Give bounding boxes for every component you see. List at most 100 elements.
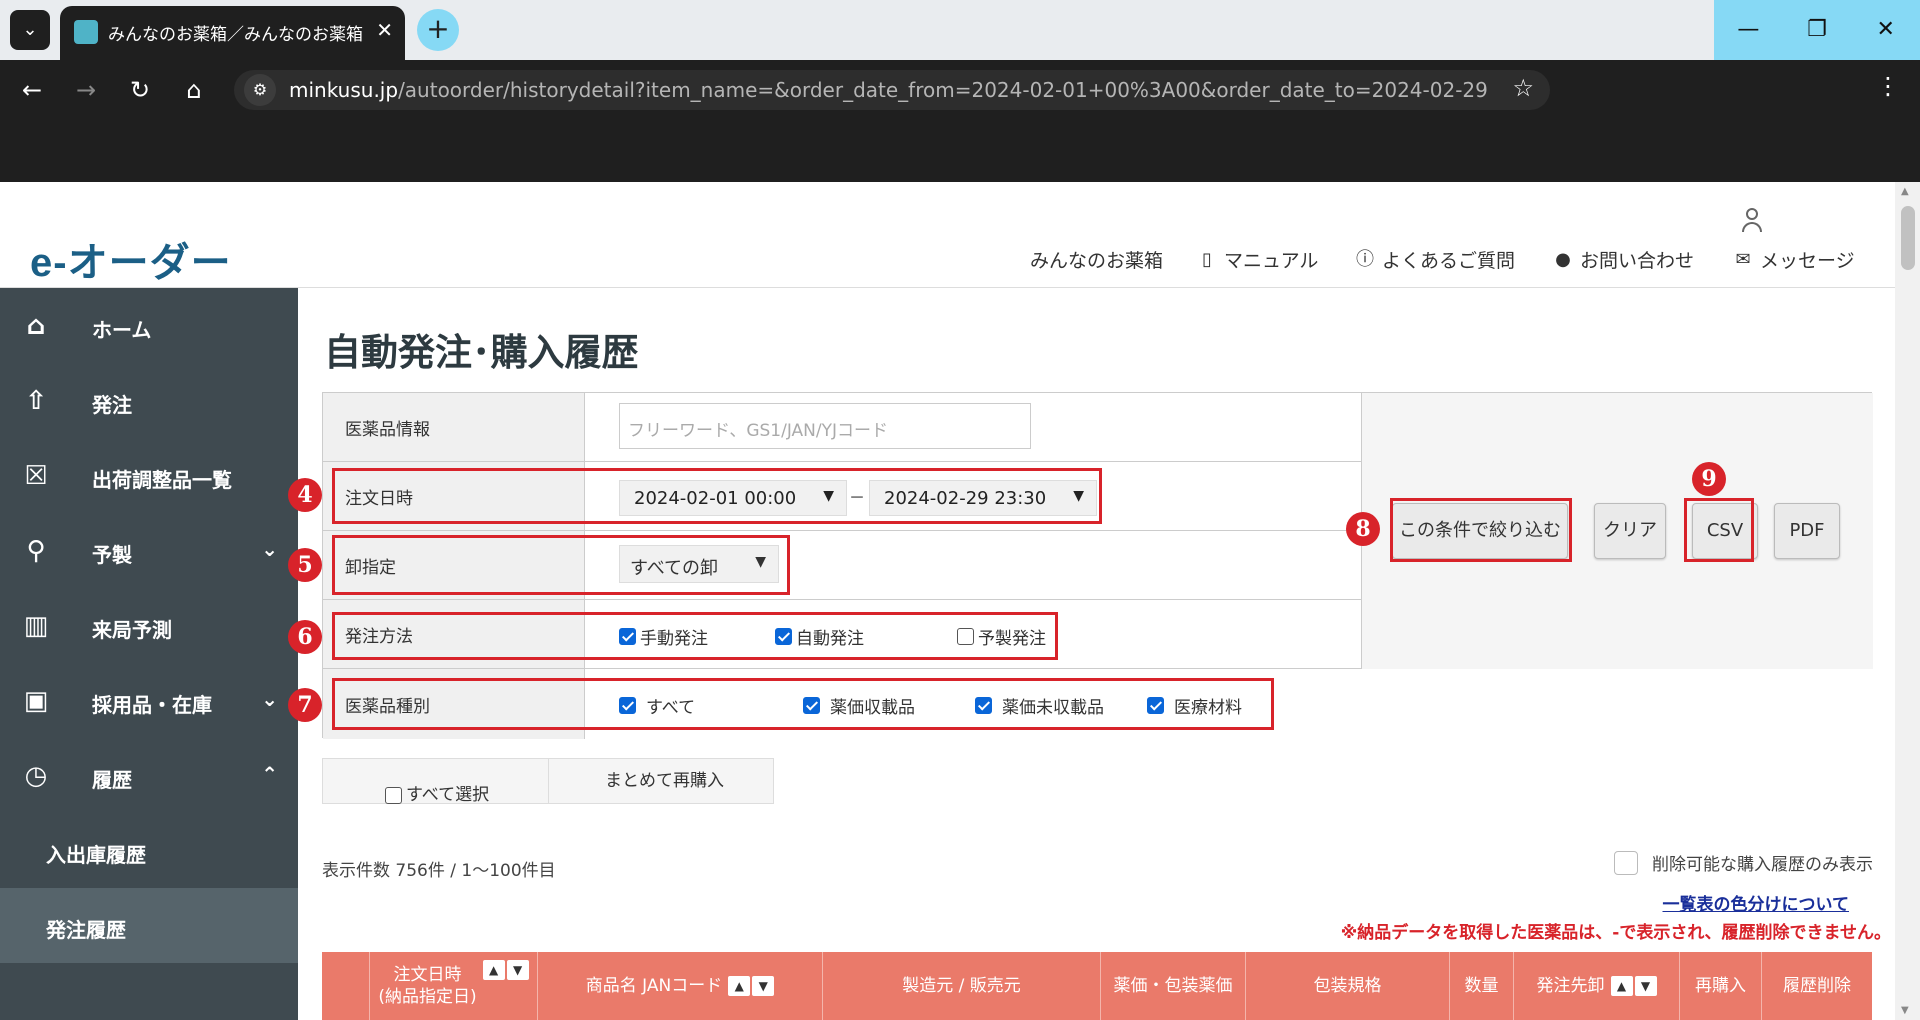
rebuy-all-button[interactable]: まとめて再購入 <box>605 759 724 803</box>
nav-message[interactable]: ✉ メッセージ <box>1732 246 1855 273</box>
checkbox-label: すべて選択 <box>406 785 490 805</box>
restore-button[interactable]: ❐ <box>1783 0 1852 60</box>
browser-tab[interactable]: みんなのお薬箱／みんなのお薬箱 ✕ <box>60 6 405 60</box>
date-to-select[interactable]: 2024-02-29 23:30 ▼ <box>869 480 1097 516</box>
sidebar-item-order[interactable]: ⇧ 発注 <box>0 363 298 438</box>
checkbox-label: 手動発注 <box>640 629 708 649</box>
table-header: 注文日時 (納品指定日) ▲ ▼ 商品名 JANコード ▲ ▼ 製造元 / 販売元 薬価… <box>322 952 1872 1020</box>
sidebar-sub-io-history[interactable]: 入出庫履歴 <box>0 813 298 888</box>
sidebar-item-stock[interactable]: ▣ 採用品・在庫 ⌄ <box>0 663 298 738</box>
sidebar-item-home[interactable]: ⌂ ホーム <box>0 288 298 363</box>
sort-down-icon[interactable]: ▼ <box>752 976 775 996</box>
th-price: 薬価・包装薬価 <box>1101 952 1246 1020</box>
checkbox-label: 薬価未収載品 <box>1002 698 1104 718</box>
nav-label: よくあるご質問 <box>1382 250 1516 272</box>
page-scrollbar[interactable]: ▲ ▼ <box>1895 182 1920 1020</box>
clear-button[interactable]: クリア <box>1594 503 1666 559</box>
th-maker: 製造元 / 販売元 <box>823 952 1101 1020</box>
checkbox-box[interactable] <box>975 697 992 714</box>
nav-contact[interactable]: ● お問い合わせ <box>1552 246 1694 273</box>
tab-close-icon[interactable]: ✕ <box>376 18 393 42</box>
drug-type-label: 医薬品種別 <box>323 669 585 739</box>
site-header: e-オーダー みんなのお薬箱 ▯ マニュアル ⓘ よくあるご質問 ● お問い合わせ ✉… <box>0 182 1895 288</box>
checkbox-auto-order[interactable]: 自動発注 <box>775 624 864 649</box>
chevron-up-icon: ⌃ <box>261 762 278 786</box>
color-legend-link[interactable]: 一覧表の色分けについて <box>1663 890 1850 915</box>
sort-down-icon[interactable]: ▼ <box>506 960 529 980</box>
checkbox-prep-order[interactable]: 予製発注 <box>957 624 1046 649</box>
order-date-label: 注文日時 <box>323 462 585 530</box>
dropdown-arrow-icon: ▼ <box>1073 488 1084 504</box>
pdf-button[interactable]: PDF <box>1774 503 1840 559</box>
annotation-badge-7: 7 <box>288 688 322 722</box>
checkbox-drug-listed[interactable]: 薬価収載品 <box>803 693 915 718</box>
home-page-icon[interactable]: ⌂ <box>176 72 212 108</box>
omnibox[interactable]: ⚙ minkusu.jp/autoorder/historydetail?ite… <box>234 70 1550 110</box>
sort-up-icon[interactable]: ▲ <box>482 960 505 980</box>
checkbox-medical-material[interactable]: 医療材料 <box>1147 693 1242 718</box>
checkbox-box[interactable] <box>957 628 974 645</box>
back-icon[interactable]: ← <box>14 72 50 108</box>
tab-title: みんなのお薬箱／みんなのお薬箱 <box>108 25 363 45</box>
sidebar-item-shipping-adjust[interactable]: ☒ 出荷調整品一覧 <box>0 438 298 513</box>
nav-minkusu[interactable]: みんなのお薬箱 <box>1030 246 1163 273</box>
sidebar-item-prep[interactable]: ⚲ 予製 ⌄ <box>0 513 298 588</box>
window-controls: — ❐ ✕ <box>1714 0 1920 60</box>
minimize-button[interactable]: — <box>1714 0 1783 60</box>
checkbox-manual-order[interactable]: 手動発注 <box>619 624 708 649</box>
chart-icon: ▥ <box>23 611 49 641</box>
th-checkbox <box>322 952 370 1020</box>
checkbox-box[interactable] <box>1147 697 1164 714</box>
browser-tab-bar: ⌄ みんなのお薬箱／みんなのお薬箱 ✕ + — ❐ ✕ <box>0 0 1920 60</box>
wholesaler-value: すべての卸 <box>630 558 719 579</box>
checkbox-box[interactable] <box>803 697 820 714</box>
checkbox-drug-all[interactable]: すべて <box>619 693 695 718</box>
adjust-icon: ☒ <box>24 461 48 491</box>
site-logo[interactable]: e-オーダー <box>30 230 232 288</box>
bookmark-star-icon[interactable]: ☆ <box>1512 74 1534 102</box>
main-content: 自動発注･購入履歴 医薬品情報 フリーワード、GS1/JAN/YJコード 注文日… <box>288 288 1895 1020</box>
url-text[interactable]: minkusu.jp/autoorder/historydetail?item_… <box>289 78 1489 102</box>
scroll-thumb[interactable] <box>1901 206 1915 270</box>
scroll-down-icon[interactable]: ▼ <box>1901 1005 1909 1016</box>
sidebar-sub-order-history[interactable]: 発注履歴 <box>0 888 298 963</box>
checkbox-label: 予製発注 <box>978 629 1046 649</box>
select-all-checkbox[interactable]: すべて選択 <box>385 773 489 817</box>
sort-down-icon[interactable]: ▼ <box>1634 976 1657 996</box>
nav-manual[interactable]: ▯ マニュアル <box>1196 246 1318 273</box>
url-path: /autoorder/historydetail?item_name=&orde… <box>398 78 1489 102</box>
filter-button-area: この条件で絞り込む クリア CSV PDF <box>1361 393 1873 669</box>
sort-up-icon[interactable]: ▲ <box>728 976 751 996</box>
only-deletable-toggle[interactable]: 削除可能な購入履歴のみ表示 <box>1614 850 1873 875</box>
checkbox-drug-unlisted[interactable]: 薬価未収載品 <box>975 693 1104 718</box>
question-icon: ⓘ <box>1356 248 1374 270</box>
favicon-icon <box>74 20 98 44</box>
close-window-button[interactable]: ✕ <box>1851 0 1920 60</box>
sidebar-item-forecast[interactable]: ▥ 来局予測 <box>0 588 298 663</box>
user-icon[interactable] <box>1740 208 1764 234</box>
checkbox-box[interactable] <box>619 697 636 714</box>
browser-menu-icon[interactable]: ⋮ <box>1876 72 1900 100</box>
nav-faq[interactable]: ⓘ よくあるご質問 <box>1354 246 1515 273</box>
forward-icon[interactable]: → <box>68 72 104 108</box>
checkbox-box[interactable] <box>619 628 636 645</box>
date-from-select[interactable]: 2024-02-01 00:00 ▼ <box>619 480 847 516</box>
csv-button[interactable]: CSV <box>1692 503 1758 559</box>
drug-info-input[interactable]: フリーワード、GS1/JAN/YJコード <box>619 403 1031 449</box>
apply-filter-button[interactable]: この条件で絞り込む <box>1392 503 1568 559</box>
tab-list-button[interactable]: ⌄ <box>10 10 50 50</box>
reload-icon[interactable]: ↻ <box>122 72 158 108</box>
wholesaler-select[interactable]: すべての卸 ▼ <box>619 545 779 583</box>
checkbox-box[interactable] <box>1614 850 1638 875</box>
checkbox-box[interactable] <box>775 628 792 645</box>
checkbox-box[interactable] <box>385 786 402 804</box>
scroll-up-icon[interactable]: ▲ <box>1901 186 1909 197</box>
nav-label: メッセージ <box>1760 250 1855 272</box>
th-delete: 履歴削除 <box>1783 975 1851 996</box>
clock-icon: ◷ <box>24 761 48 791</box>
new-tab-button[interactable]: + <box>417 9 459 51</box>
sort-up-icon[interactable]: ▲ <box>1610 976 1633 996</box>
chevron-down-icon: ⌄ <box>261 537 278 561</box>
sidebar-item-history[interactable]: ◷ 履歴 ⌃ <box>0 738 298 813</box>
site-info-icon[interactable]: ⚙ <box>244 74 276 106</box>
